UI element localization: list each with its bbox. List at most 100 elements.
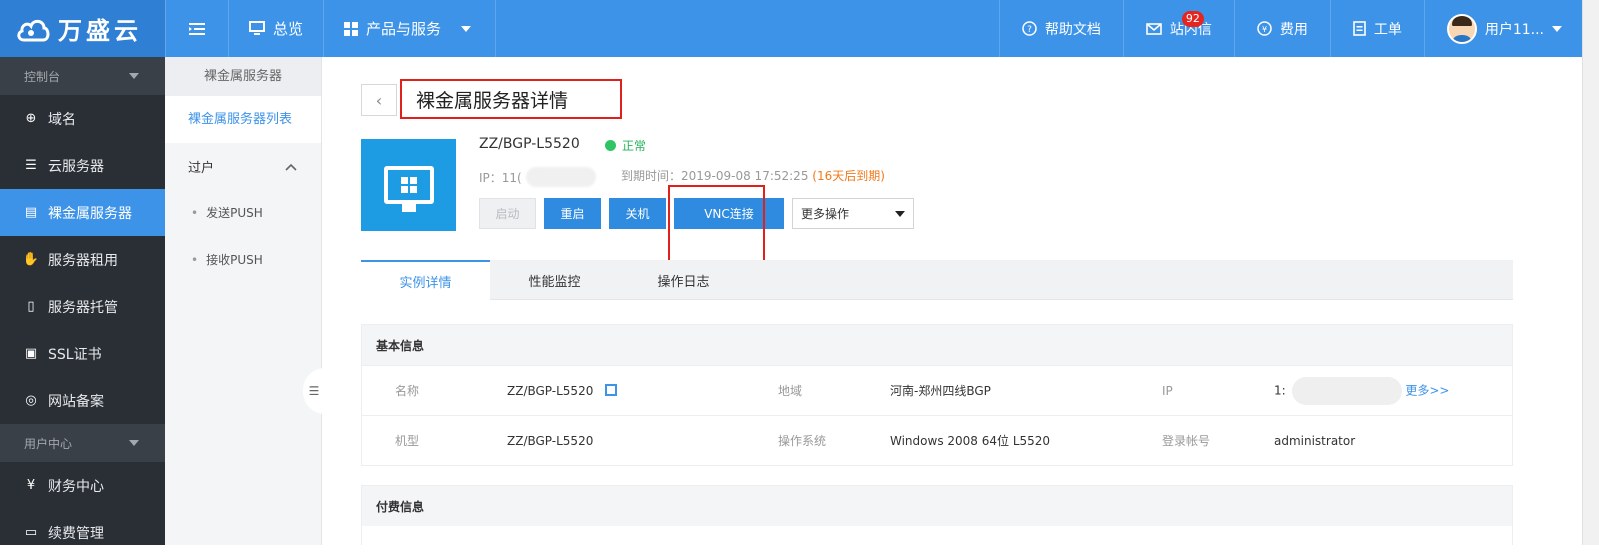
payment-info-title: 付费信息 [362, 486, 1512, 526]
sidebar-item-renewal[interactable]: ▭ 续费管理 [0, 509, 165, 556]
login-label: 登录帐号 [1162, 434, 1211, 448]
os-value: Windows 2008 64位 L5520 [890, 434, 1051, 448]
sidebar-item-icp[interactable]: ◎ 网站备案 [0, 377, 165, 424]
region-label: 地域 [778, 384, 803, 398]
message-count-badge: 92 [1181, 11, 1204, 27]
status-dot-icon [605, 140, 616, 151]
sidebar-group-label: 用户中心 [24, 436, 73, 451]
sidebar-group-console[interactable]: 控制台 [0, 57, 165, 95]
tab-performance[interactable]: 性能监控 [490, 260, 619, 300]
restart-button[interactable]: 重启 [544, 198, 601, 229]
region-value: 河南-郑州四线BGP [890, 384, 991, 398]
subnav-section-label: 过户 [188, 161, 215, 176]
page-scrollbar[interactable] [1582, 0, 1599, 545]
expiry-warning: (16天后到期) [812, 169, 885, 183]
more-actions-label: 更多操作 [801, 207, 850, 221]
start-button[interactable]: 启动 [479, 198, 536, 229]
table-row: 名称 ZZ/BGP-L5520 地域 河南-郑州四线BGP IP 1: 更多>> [362, 365, 1512, 415]
hand-icon: ✋ [22, 252, 40, 267]
name-value: ZZ/BGP-L5520 [507, 384, 618, 398]
sidebar-item-colocation[interactable]: ▯ 服务器托管 [0, 283, 165, 330]
nav-products-label: 产品与服务 [366, 20, 442, 38]
sidebar-item-label: 服务器租用 [48, 252, 118, 269]
chevron-down-icon [461, 25, 472, 32]
detail-tabs: 实例详情 性能监控 操作日志 [361, 260, 1513, 301]
grid-icon [344, 21, 359, 36]
menu-lines-icon: ☰ [308, 384, 320, 398]
vnc-connect-button[interactable]: VNC连接 [674, 198, 784, 229]
sidebar-item-bare-metal[interactable]: ▤ 裸金属服务器 [0, 189, 165, 236]
server-ip-text: IP：11( [479, 170, 522, 185]
basic-info-panel: 基本信息 名称 ZZ/BGP-L5520 地域 河南-郑州四线BGP IP 1:… [361, 324, 1513, 466]
more-ip-link[interactable]: 更多>> [1405, 383, 1449, 397]
main-sidebar: 控制台 ⊕ 域名 ☰ 云服务器 ▤ 裸金属服务器 ✋ 服务器租用 ▯ 服务器托管… [0, 57, 165, 545]
chevron-down-icon [895, 210, 905, 217]
subnav-section-transfer[interactable]: 过户 [165, 143, 321, 190]
ip-value: 1: 更多>> [1274, 376, 1449, 405]
edit-icon[interactable] [605, 384, 618, 396]
nav-overview-label: 总览 [273, 20, 304, 38]
sidebar-item-label: SSL证书 [48, 346, 102, 363]
ticket-icon [1353, 21, 1366, 36]
shutdown-button[interactable]: 关机 [609, 198, 666, 229]
chevron-down-icon [129, 440, 139, 446]
ip-value-text: 1: [1274, 383, 1286, 397]
globe-icon: ⊕ [25, 111, 37, 126]
server-name: ZZ/BGP-L5520 [479, 136, 580, 152]
sidebar-group-label: 控制台 [24, 69, 61, 84]
sidebar-item-label: 网站备案 [48, 393, 104, 410]
tab-instance-details[interactable]: 实例详情 [361, 260, 490, 301]
mail-icon [1146, 22, 1162, 35]
svg-text:?: ? [1027, 25, 1032, 35]
nav-help[interactable]: ? 帮助文档 [998, 0, 1123, 57]
sidebar-item-finance[interactable]: ¥ 财务中心 [0, 462, 165, 509]
sidebar-item-label: 财务中心 [48, 478, 104, 495]
server-ip: IP：11( [479, 167, 596, 187]
subnav-receive-push[interactable]: 接收PUSH [165, 237, 321, 284]
windows-monitor-icon [383, 166, 434, 212]
top-navbar: 万盛云 总览 产品与服务 ? 帮助文档 站内信 92 ¥ 费用 工单 用户11.… [0, 0, 1582, 57]
redacted-ip-mask [1291, 376, 1402, 405]
cert-icon: ▣ [24, 346, 38, 361]
rack-icon: ▯ [27, 299, 35, 314]
sidebar-item-cloud-server[interactable]: ☰ 云服务器 [0, 142, 165, 189]
brand-logo[interactable]: 万盛云 [0, 0, 165, 57]
name-label: 名称 [395, 384, 420, 398]
back-button[interactable]: ‹ [361, 84, 397, 116]
help-circle-icon: ? [1022, 21, 1037, 36]
menu-collapse-button[interactable] [165, 0, 229, 57]
os-label: 操作系统 [778, 434, 827, 448]
subnav-send-push[interactable]: 发送PUSH [165, 190, 321, 237]
action-toolbar: 启动 重启 关机 VNC连接 更多操作 [479, 198, 914, 229]
sidebar-item-label: 续费管理 [48, 525, 104, 542]
nav-tickets-label: 工单 [1373, 21, 1402, 38]
sidebar-item-ssl[interactable]: ▣ SSL证书 [0, 330, 165, 377]
tab-operation-log[interactable]: 操作日志 [619, 260, 748, 300]
subnav-bare-metal-list[interactable]: 裸金属服务器列表 [165, 96, 321, 143]
model-label: 机型 [395, 434, 420, 448]
nav-messages[interactable]: 站内信 92 [1122, 0, 1234, 57]
yen-circle-icon: ¥ [1257, 21, 1272, 36]
server-thumbnail [361, 139, 456, 231]
more-actions-select[interactable]: 更多操作 [792, 198, 914, 229]
sidebar-item-label: 服务器托管 [48, 299, 118, 316]
basic-info-title: 基本信息 [362, 325, 1512, 365]
collapse-menu-icon [189, 22, 205, 35]
user-name: 用户11... [1484, 21, 1544, 38]
sidebar-item-domain[interactable]: ⊕ 域名 [0, 95, 165, 142]
status-text: 正常 [622, 139, 647, 153]
user-menu[interactable]: 用户11... [1423, 0, 1582, 57]
redacted-ip-mask [525, 167, 596, 187]
svg-text:¥: ¥ [1262, 25, 1267, 34]
record-icon: ◎ [25, 393, 37, 408]
model-value: ZZ/BGP-L5520 [507, 433, 594, 448]
nav-tickets[interactable]: 工单 [1329, 0, 1424, 57]
secondary-sidebar: 裸金属服务器 裸金属服务器列表 过户 发送PUSH 接收PUSH [165, 57, 322, 545]
nav-products[interactable]: 产品与服务 [324, 0, 497, 57]
sidebar-group-user-center[interactable]: 用户中心 [0, 424, 165, 462]
avatar [1446, 13, 1477, 44]
nav-overview[interactable]: 总览 [229, 0, 325, 57]
sidebar-item-server-rental[interactable]: ✋ 服务器租用 [0, 236, 165, 283]
sidebar-item-label: 裸金属服务器 [48, 205, 132, 222]
nav-billing[interactable]: ¥ 费用 [1233, 0, 1330, 57]
